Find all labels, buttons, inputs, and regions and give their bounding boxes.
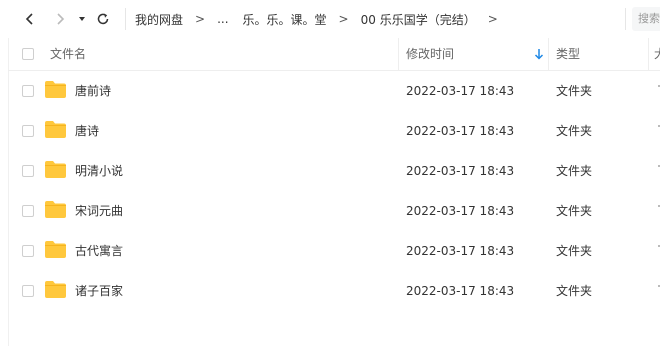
history-dropdown-button[interactable]	[72, 9, 92, 29]
breadcrumb-item-folder[interactable]: 乐。乐。课。堂	[243, 11, 327, 28]
row-checkbox[interactable]	[22, 85, 34, 97]
table-row[interactable]: 唐前诗 2022-03-17 18:43 文件夹	[8, 71, 660, 111]
file-name[interactable]: 唐前诗	[75, 71, 111, 111]
column-divider	[398, 38, 399, 70]
breadcrumb-separator: >	[487, 12, 498, 26]
file-modified: 2022-03-17 18:43	[406, 284, 515, 298]
column-header-type[interactable]: 类型	[556, 38, 580, 70]
file-name[interactable]: 宋词元曲	[75, 191, 123, 231]
table-header: 文件名 修改时间 类型 大	[8, 38, 660, 71]
file-type: 文件夹	[556, 284, 593, 298]
row-checkbox[interactable]	[22, 285, 34, 297]
file-type: 文件夹	[556, 204, 593, 218]
forward-button[interactable]	[50, 9, 70, 29]
file-type: 文件夹	[556, 124, 593, 138]
file-name[interactable]: 明清小说	[75, 151, 123, 191]
table-row[interactable]: 古代寓言 2022-03-17 18:43 文件夹	[8, 231, 660, 271]
file-modified: 2022-03-17 18:43	[406, 204, 515, 218]
file-name[interactable]: 诸子百家	[75, 271, 123, 311]
breadcrumb: 我的网盘 > ... 乐。乐。课。堂 > 00 乐乐国学（完结） >	[135, 10, 510, 28]
toolbar-divider	[625, 8, 626, 30]
file-modified: 2022-03-17 18:43	[406, 84, 515, 98]
table-row[interactable]: 诸子百家 2022-03-17 18:43 文件夹	[8, 271, 660, 311]
breadcrumb-item-home[interactable]: 我的网盘	[135, 11, 183, 28]
row-checkbox[interactable]	[22, 245, 34, 257]
row-checkbox[interactable]	[22, 125, 34, 137]
folder-icon	[45, 281, 66, 298]
breadcrumb-item-current[interactable]: 00 乐乐国学（完结）	[361, 11, 476, 28]
column-header-name[interactable]: 文件名	[50, 38, 86, 70]
file-name[interactable]: 唐诗	[75, 111, 99, 151]
folder-icon	[45, 241, 66, 258]
folder-icon	[45, 81, 66, 98]
file-modified: 2022-03-17 18:43	[406, 124, 515, 138]
table-row[interactable]: 宋词元曲 2022-03-17 18:43 文件夹	[8, 191, 660, 231]
refresh-icon	[97, 13, 109, 25]
table-row[interactable]: 明清小说 2022-03-17 18:43 文件夹	[8, 151, 660, 191]
sort-descending-icon[interactable]	[533, 48, 545, 60]
search-input[interactable]: 搜索	[632, 7, 660, 31]
chevron-right-icon	[57, 13, 65, 25]
toolbar-divider	[125, 8, 126, 30]
table-row[interactable]: 唐诗 2022-03-17 18:43 文件夹	[8, 111, 660, 151]
folder-icon	[45, 201, 66, 218]
row-checkbox[interactable]	[22, 165, 34, 177]
toolbar: 我的网盘 > ... 乐。乐。课。堂 > 00 乐乐国学（完结） > 搜索	[0, 0, 660, 38]
column-header-modified[interactable]: 修改时间	[406, 38, 454, 70]
file-modified: 2022-03-17 18:43	[406, 164, 515, 178]
breadcrumb-item-ellipsis[interactable]: ...	[217, 12, 228, 26]
column-divider	[648, 38, 649, 70]
refresh-button[interactable]	[93, 9, 113, 29]
folder-icon	[45, 161, 66, 178]
select-all-checkbox[interactable]	[22, 48, 34, 60]
file-list: 唐前诗 2022-03-17 18:43 文件夹 唐诗 2022-03-17 1…	[8, 71, 660, 311]
back-button[interactable]	[20, 9, 40, 29]
file-type: 文件夹	[556, 244, 593, 258]
folder-icon	[45, 121, 66, 138]
chevron-left-icon	[25, 13, 33, 25]
file-name[interactable]: 古代寓言	[75, 231, 123, 271]
breadcrumb-separator: >	[338, 12, 349, 26]
row-checkbox[interactable]	[22, 205, 34, 217]
caret-down-icon	[79, 17, 85, 21]
file-type: 文件夹	[556, 84, 593, 98]
column-divider	[548, 38, 549, 70]
breadcrumb-separator: >	[195, 12, 206, 26]
file-type: 文件夹	[556, 164, 593, 178]
file-modified: 2022-03-17 18:43	[406, 244, 515, 258]
column-header-size[interactable]: 大	[654, 38, 660, 70]
